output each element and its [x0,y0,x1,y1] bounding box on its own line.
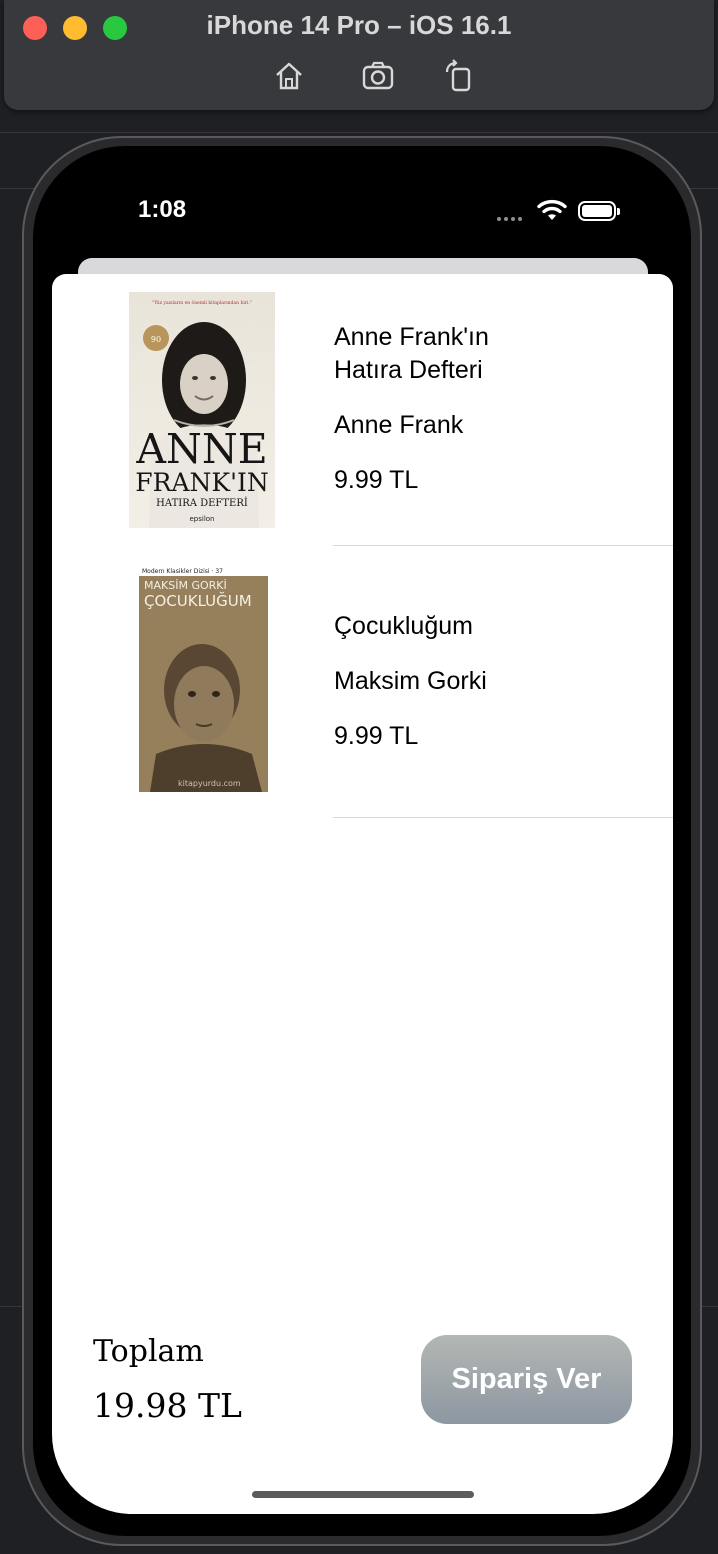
simulator-titlebar: iPhone 14 Pro – iOS 16.1 [4,0,714,110]
item-author: Anne Frank [334,411,464,439]
item-details: Çocukluğum Maksim Gorki 9.99 TL [334,610,487,753]
cover-title-text: ÇOCUKLUĞUM [144,591,252,610]
rotate-icon[interactable] [441,58,477,94]
list-item[interactable]: 90 "Yüz yazıların en önemli kitaplarında… [52,274,673,546]
list-item[interactable]: Modern Klasikler Dizisi · 37 MAKSİM GORK… [52,546,673,818]
book-cover-image: Modern Klasikler Dizisi · 37 MAKSİM GORK… [138,564,269,792]
row-separator [333,817,673,818]
cover-publisher-text: epsilon [189,515,214,523]
cover-tagline-text: "Yüz yazıların en önemli kitaplarından b… [152,300,252,306]
screenshot-icon[interactable] [360,58,396,94]
simulator-title: iPhone 14 Pro – iOS 16.1 [206,10,512,40]
cover-title-text: FRANK'IN [135,468,268,497]
item-price: 9.99 TL [334,466,419,494]
background-divider [0,132,718,133]
item-author: Maksim Gorki [334,667,487,695]
cover-subtitle-text: HATIRA DEFTERİ [156,497,248,509]
item-title: Anne Frank'ın Hatıra Defteri [334,323,489,384]
cellular-signal-icon [497,208,525,226]
item-details: Anne Frank'ın Hatıra Defteri Anne Frank … [334,321,534,497]
item-title: Çocukluğum [334,612,473,640]
cover-author-text: MAKSİM GORKİ [144,579,227,592]
item-price: 9.99 TL [334,722,419,750]
cover-series-text: Modern Klasikler Dizisi · 37 [142,568,223,575]
cart-sheet: 90 "Yüz yazıların en önemli kitaplarında… [52,274,673,1514]
total-label: Toplam [93,1334,204,1369]
cover-watermark-text: kitapyurdu.com [178,779,241,788]
book-cover-image: 90 "Yüz yazıların en önemli kitaplarında… [129,292,275,528]
status-time: 1:08 [138,196,187,223]
cover-badge-text: 90 [151,335,161,344]
total-value: 19.98 TL [93,1386,242,1425]
place-order-button[interactable]: Sipariş Ver [421,1335,632,1424]
home-icon[interactable] [271,58,307,94]
cover-title-text: ANNE [135,425,267,473]
wifi-icon [537,198,567,227]
battery-icon [578,201,620,221]
home-indicator[interactable] [252,1491,474,1498]
